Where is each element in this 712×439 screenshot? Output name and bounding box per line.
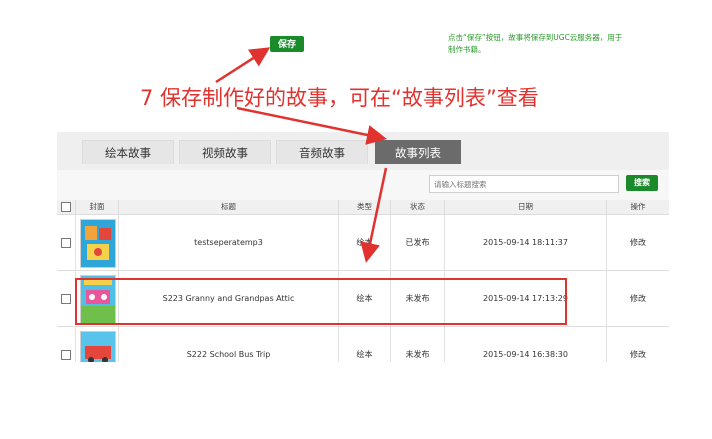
annotation-arrows bbox=[215, 47, 388, 263]
arrow-to-row bbox=[360, 167, 388, 263]
arrow-to-save-button bbox=[215, 47, 271, 84]
arrow-to-story-list-tab bbox=[236, 106, 387, 145]
